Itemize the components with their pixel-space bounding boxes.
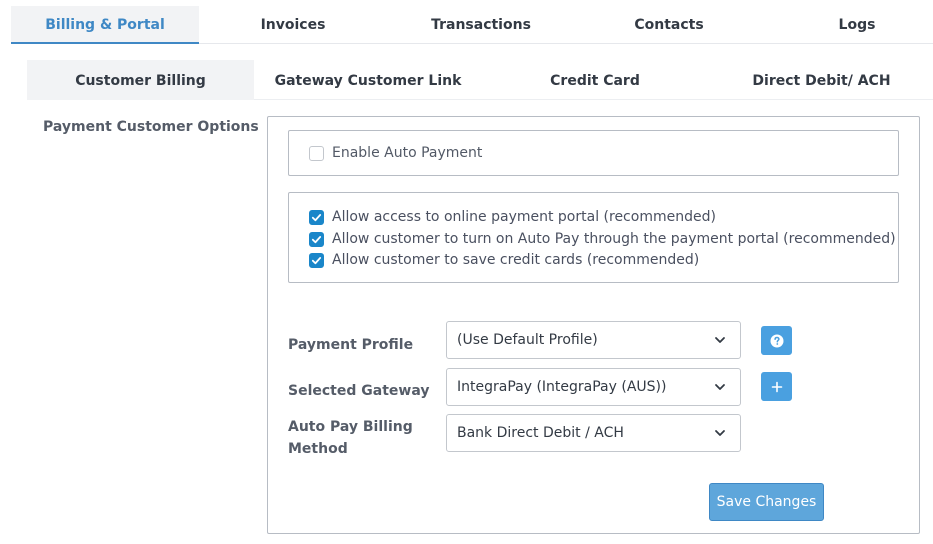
payment-profile-value: (Use Default Profile) [457,332,598,348]
selected-gateway-select[interactable]: IntegraPay (IntegraPay (AUS)) [446,368,741,406]
portal-save-cards-label: Allow customer to save credit cards (rec… [332,252,700,268]
auto-pay-method-label-line2: Method [288,441,348,457]
section-title: Payment Customer Options [43,119,259,135]
check-icon [311,213,322,221]
portal-access-label: Allow access to online payment portal (r… [332,209,716,225]
check-icon [311,235,322,243]
portal-autopay-label: Allow customer to turn on Auto Pay throu… [332,231,896,247]
auto-payment-box: Enable Auto Payment [288,130,899,176]
subtab-customer-billing[interactable]: Customer Billing [27,60,254,100]
help-button[interactable] [761,326,792,355]
auto-pay-method-label: Auto Pay Billing Method [288,416,413,460]
subtab-direct-debit-ach[interactable]: Direct Debit/ ACH [708,60,933,100]
portal-access-checkbox[interactable] [309,209,324,225]
plus-icon [771,381,782,392]
selected-gateway-label: Selected Gateway [288,383,430,399]
auto-pay-method-label-line1: Auto Pay Billing [288,419,413,435]
payment-profile-label: Payment Profile [288,337,414,353]
top-tab-bar: Billing & Portal Invoices Transactions C… [11,6,933,44]
auto-payment-option[interactable]: Enable Auto Payment [309,143,482,163]
auto-pay-method-select[interactable]: Bank Direct Debit / ACH [446,414,741,452]
tab-invoices[interactable]: Invoices [215,6,371,44]
auto-payment-checkbox[interactable] [309,145,324,161]
portal-autopay-checkbox[interactable] [309,231,324,247]
chevron-down-icon [715,337,725,343]
tab-billing-portal[interactable]: Billing & Portal [11,6,199,44]
payment-profile-select[interactable]: (Use Default Profile) [446,321,741,359]
auto-payment-label: Enable Auto Payment [332,145,483,161]
portal-save-cards-checkbox[interactable] [309,252,324,268]
portal-options-box: Allow access to online payment portal (r… [288,192,899,283]
tab-transactions[interactable]: Transactions [403,6,559,44]
portal-option-save-cards[interactable]: Allow customer to save credit cards (rec… [309,250,699,270]
save-changes-button[interactable]: Save Changes [709,483,824,521]
add-gateway-button[interactable] [761,372,792,401]
portal-option-autopay[interactable]: Allow customer to turn on Auto Pay throu… [309,229,896,249]
question-circle-icon [770,334,783,347]
tab-contacts[interactable]: Contacts [591,6,747,44]
auto-pay-method-value: Bank Direct Debit / ACH [457,425,624,441]
selected-gateway-value: IntegraPay (IntegraPay (AUS)) [457,379,667,395]
chevron-down-icon [715,384,725,390]
portal-option-access[interactable]: Allow access to online payment portal (r… [309,207,716,227]
subtab-credit-card[interactable]: Credit Card [482,60,708,100]
tab-logs[interactable]: Logs [779,6,933,44]
check-icon [311,256,322,264]
chevron-down-icon [715,430,725,436]
subtab-gateway-customer-link[interactable]: Gateway Customer Link [254,60,482,100]
sub-tab-bar: Customer Billing Gateway Customer Link C… [27,60,933,100]
